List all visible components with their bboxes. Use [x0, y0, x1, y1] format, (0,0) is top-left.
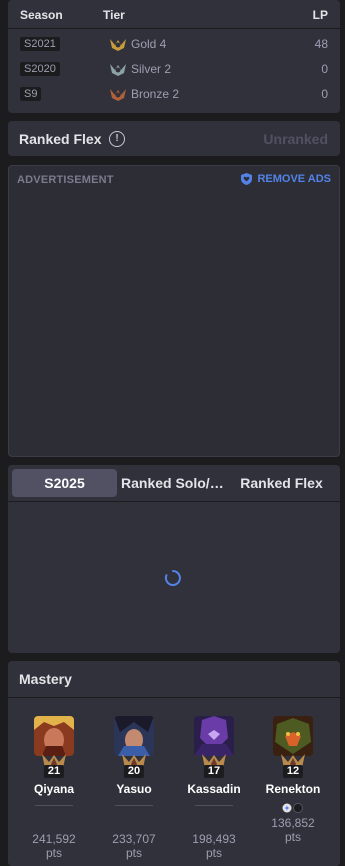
- shield-heart-icon: [241, 173, 253, 185]
- tier-name: Bronze 2: [131, 87, 180, 101]
- season-badge: S9: [20, 87, 42, 101]
- gold-tier-icon: [110, 39, 126, 51]
- history-row: S2020 Silver 2 0: [8, 57, 340, 82]
- tier-lp: 48: [314, 37, 328, 51]
- divider: [115, 805, 153, 806]
- champion-name: Renekton: [265, 782, 321, 796]
- bronze-tier-icon: [110, 89, 126, 101]
- mastery-level: 20: [123, 765, 145, 778]
- tier-name: Silver 2: [131, 62, 172, 76]
- mastery-points: 198,493: [192, 832, 236, 846]
- season-badge: S2020: [20, 62, 60, 76]
- history-row: S2021 Gold 4 48: [8, 32, 340, 57]
- divider: [8, 697, 340, 698]
- remove-ads-label: REMOVE ADS: [257, 173, 331, 185]
- mastery-points: 233,707: [112, 832, 156, 846]
- season-history-card: Season Tier LP S2021 Gold 4 48 S2020 Sil…: [8, 0, 340, 113]
- tier-lp: 0: [321, 62, 328, 76]
- qiyana-portrait: [34, 716, 74, 756]
- mastery-points-unit: pts: [45, 846, 62, 860]
- champion-mastery-item[interactable]: 21 Qiyana 241,592 pts: [14, 716, 94, 860]
- history-header: Season Tier LP: [8, 0, 340, 29]
- mastery-crest-icon: 20: [120, 752, 148, 778]
- tier-name: Gold 4: [131, 37, 167, 51]
- ranked-flex-title: Ranked Flex: [19, 131, 102, 147]
- silver-tier-icon: [110, 64, 126, 76]
- champion-name: Yasuo: [116, 782, 152, 796]
- champion-mastery-item[interactable]: 20 Yasuo 233,707 pts: [94, 716, 174, 860]
- lp-column-header: LP: [312, 8, 328, 22]
- divider: [8, 501, 340, 502]
- tab-ranked-flex[interactable]: Ranked Flex: [227, 469, 336, 497]
- season-column-header: Season: [20, 8, 63, 22]
- tab-s2025[interactable]: S2025: [12, 469, 117, 497]
- queue-tabs: S2025 Ranked Solo/D… Ranked Flex: [12, 469, 336, 497]
- mastery-tokens: [280, 800, 306, 813]
- champion-stats-card: S2025 Ranked Solo/D… Ranked Flex: [8, 465, 340, 653]
- champion-mastery-item[interactable]: 17 Kassadin 198,493 pts: [174, 716, 254, 860]
- mastery-level: 21: [43, 765, 65, 778]
- mastery-title: Mastery: [19, 671, 72, 687]
- ranked-flex-status: Unranked: [263, 131, 328, 147]
- mastery-points-unit: pts: [125, 846, 142, 860]
- loading-spinner-icon: [164, 570, 181, 586]
- mastery-level: 12: [282, 765, 304, 778]
- mastery-level: 17: [203, 765, 225, 778]
- champion-name: Qiyana: [33, 782, 75, 796]
- divider: [35, 805, 73, 806]
- mastery-card: Mastery 21 Qiyana 241,592 pts 20 Yasuo 2…: [8, 661, 340, 866]
- mastery-crest-icon: 17: [200, 752, 228, 778]
- tier-lp: 0: [321, 87, 328, 101]
- mastery-points-unit: pts: [205, 846, 222, 860]
- divider: [195, 805, 233, 806]
- advertisement-label: ADVERTISEMENT: [17, 174, 114, 186]
- champion-name: Kassadin: [187, 782, 241, 796]
- champion-mastery-item[interactable]: 12 Renekton 136,852 pts: [253, 716, 333, 844]
- mastery-crest-icon: 12: [279, 752, 307, 778]
- remove-ads-button[interactable]: REMOVE ADS: [241, 173, 331, 185]
- mastery-crest-icon: 21: [40, 752, 68, 778]
- kassadin-portrait: [194, 716, 234, 756]
- mastery-points: 136,852: [271, 816, 315, 830]
- info-icon[interactable]: !: [109, 131, 125, 147]
- tier-column-header: Tier: [103, 8, 125, 22]
- yasuo-portrait: [114, 716, 154, 756]
- advertisement-panel: ADVERTISEMENT REMOVE ADS: [8, 165, 340, 457]
- history-row: S9 Bronze 2 0: [8, 82, 340, 107]
- ranked-flex-card: Ranked Flex ! Unranked: [8, 121, 340, 156]
- tab-ranked-solo[interactable]: Ranked Solo/D…: [117, 469, 227, 497]
- renekton-portrait: [273, 716, 313, 756]
- mastery-points: 241,592: [32, 832, 76, 846]
- mastery-points-unit: pts: [284, 830, 301, 844]
- season-badge: S2021: [20, 37, 60, 51]
